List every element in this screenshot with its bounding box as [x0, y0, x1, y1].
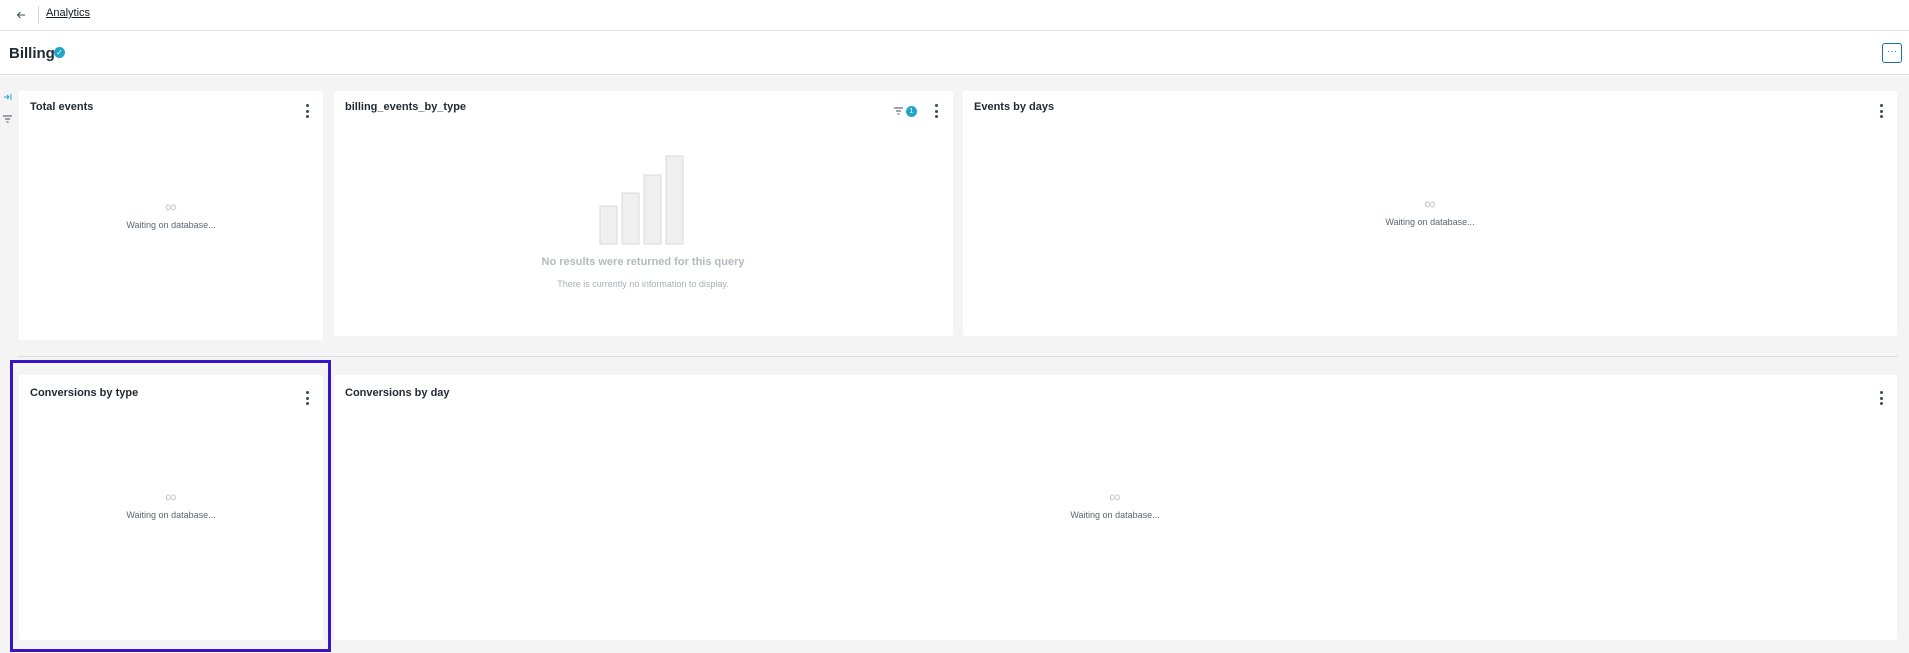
card-title: Conversions by day: [345, 387, 450, 399]
card-title: billing_events_by_type: [345, 101, 467, 113]
arrow-left-icon: [16, 11, 25, 19]
loading-state: ∞ Waiting on database...: [1330, 196, 1530, 228]
more-options-button[interactable]: ···: [1882, 43, 1902, 63]
empty-chart-illustration: [599, 155, 684, 245]
card-title: Events by days: [974, 101, 1055, 113]
filter-icon: [894, 107, 903, 115]
empty-state-subtitle: There is currently no information to dis…: [557, 279, 729, 289]
empty-bar-4: [665, 155, 684, 245]
loading-state: ∞ Waiting on database...: [71, 199, 271, 231]
loading-text: Waiting on database...: [1070, 510, 1160, 520]
loading-state: ∞ Waiting on database...: [1015, 489, 1215, 521]
top-bar: Analytics: [0, 0, 1909, 31]
card-conversions-by-day: Conversions by day ∞ Waiting on database…: [334, 375, 1897, 640]
row-divider: [18, 356, 1898, 357]
card-menu-button[interactable]: [302, 104, 312, 118]
card-menu-button[interactable]: [302, 391, 312, 405]
loading-text: Waiting on database...: [126, 510, 216, 520]
breadcrumb-analytics[interactable]: Analytics: [46, 7, 90, 19]
loading-infinity-icon: ∞: [165, 199, 177, 216]
empty-state-title: No results were returned for this query: [541, 256, 745, 268]
empty-bar-1: [599, 205, 618, 245]
card-conversions-by-type[interactable]: Conversions by type ∞ Waiting on databas…: [19, 375, 323, 640]
loading-text: Waiting on database...: [126, 220, 216, 230]
page-title: Billing: [9, 45, 55, 62]
loading-infinity-icon: ∞: [1424, 196, 1436, 213]
filter-icon[interactable]: [3, 110, 12, 128]
card-events-by-days: Events by days ∞ Waiting on database...: [963, 91, 1897, 336]
loading-state: ∞ Waiting on database...: [71, 489, 271, 521]
loading-infinity-icon: ∞: [1109, 489, 1121, 506]
divider: [38, 6, 39, 24]
card-menu-button[interactable]: [931, 104, 941, 118]
card-billing-events-by-type: billing_events_by_type 1 No results were…: [334, 91, 953, 336]
empty-bar-2: [621, 192, 640, 245]
card-menu-button[interactable]: [1876, 391, 1886, 405]
card-menu-button[interactable]: [1876, 104, 1886, 118]
expand-panel-icon[interactable]: [4, 93, 12, 104]
dashboard-header: Billing ✓ ···: [0, 31, 1909, 75]
card-total-events: Total events ∞ Waiting on database...: [19, 91, 323, 340]
back-button[interactable]: [12, 6, 30, 24]
card-filter-badge[interactable]: 1: [894, 104, 924, 118]
loading-text: Waiting on database...: [1385, 217, 1475, 227]
verified-check-icon: ✓: [54, 47, 65, 58]
loading-infinity-icon: ∞: [165, 489, 177, 506]
card-title: Conversions by type: [30, 387, 139, 399]
empty-bar-3: [643, 174, 662, 245]
card-title: Total events: [30, 101, 94, 113]
filter-count: 1: [906, 105, 917, 117]
